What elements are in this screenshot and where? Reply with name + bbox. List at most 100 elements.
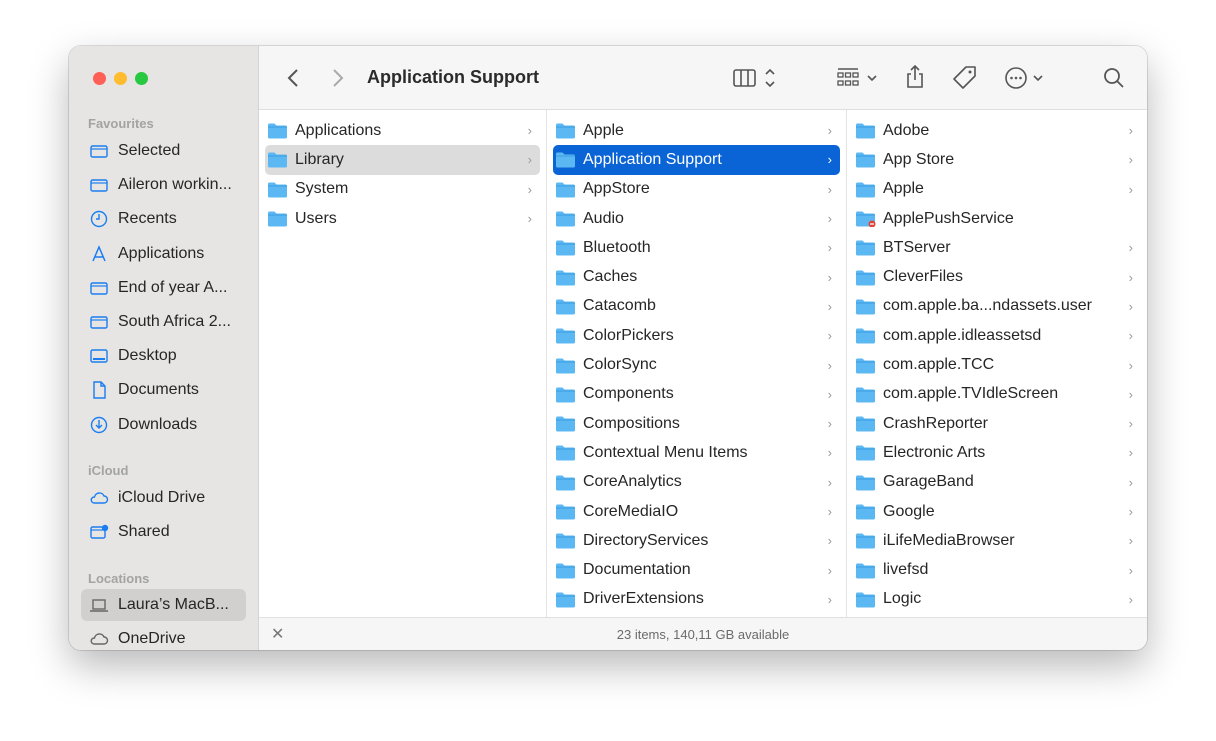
- sidebar-item[interactable]: Selected: [81, 135, 246, 167]
- sidebar-item-label: Recents: [118, 210, 177, 228]
- folder-icon: [268, 211, 287, 227]
- file-row[interactable]: Compositions ›: [553, 409, 840, 438]
- folder-icon: [556, 123, 575, 139]
- chevron-right-icon: ›: [827, 504, 832, 519]
- column-application-support[interactable]: Adobe › App Store › Apple › ApplePushService BT…: [847, 110, 1147, 617]
- file-row[interactable]: ColorSync ›: [553, 350, 840, 379]
- file-name: Compositions: [583, 414, 680, 432]
- folder-icon: [556, 270, 575, 286]
- file-row[interactable]: Apple ›: [553, 116, 840, 145]
- file-row[interactable]: Google ›: [853, 497, 1141, 526]
- file-row[interactable]: DirectoryServices ›: [553, 526, 840, 555]
- file-name: Documentation: [583, 561, 691, 579]
- file-row[interactable]: com.apple.TVIdleScreen ›: [853, 380, 1141, 409]
- file-row[interactable]: DriverExtensions ›: [553, 585, 840, 614]
- sidebar-item[interactable]: Recents: [81, 203, 246, 235]
- file-name: CleverFiles: [883, 268, 964, 286]
- sidebar-item[interactable]: End of year A...: [81, 272, 246, 304]
- file-row[interactable]: com.apple.ba...ndassets.user ›: [853, 292, 1141, 321]
- folder-icon: [90, 145, 108, 158]
- file-row[interactable]: livefsd ›: [853, 555, 1141, 584]
- view-columns-button[interactable]: [732, 66, 782, 90]
- sidebar-item[interactable]: iCloud Drive: [81, 482, 246, 514]
- chevron-right-icon: ›: [527, 181, 532, 197]
- file-row[interactable]: Components ›: [553, 380, 840, 409]
- file-row[interactable]: Applications ›: [265, 116, 540, 145]
- file-name: Google: [883, 502, 935, 520]
- chevron-right-icon: ›: [827, 298, 832, 314]
- sidebar-item[interactable]: OneDrive: [81, 623, 246, 650]
- file-row[interactable]: Logic ›: [853, 585, 1141, 614]
- sidebar-item[interactable]: Applications: [81, 238, 246, 270]
- file-row[interactable]: ColorPickers ›: [553, 321, 840, 350]
- sidebar-item[interactable]: Desktop: [81, 340, 246, 372]
- share-button[interactable]: [903, 64, 927, 90]
- collapse-icon[interactable]: ✕: [271, 618, 284, 650]
- file-row[interactable]: CrashReporter ›: [853, 409, 1141, 438]
- sidebar-section-locations: Locations: [88, 571, 150, 586]
- file-row[interactable]: App Store ›: [853, 145, 1141, 174]
- sidebar-item-label: Downloads: [118, 415, 198, 433]
- folder-icon: [856, 240, 875, 256]
- file-row[interactable]: Bluetooth ›: [553, 233, 840, 262]
- file-name: ColorPickers: [583, 326, 674, 344]
- file-row[interactable]: com.apple.TCC ›: [853, 350, 1141, 379]
- forward-button[interactable]: [332, 68, 344, 88]
- folder-icon: [556, 504, 575, 520]
- file-row[interactable]: Adobe ›: [853, 116, 1141, 145]
- sidebar-item[interactable]: Laura’s MacB...: [81, 589, 246, 621]
- chevron-right-icon: ›: [1128, 533, 1133, 549]
- search-button[interactable]: [1102, 66, 1126, 90]
- chevron-right-icon: ›: [827, 123, 832, 139]
- file-row[interactable]: Audio ›: [553, 204, 840, 233]
- file-row[interactable]: CleverFiles ›: [853, 262, 1141, 291]
- folder-icon: [856, 328, 875, 344]
- column-root[interactable]: Applications › Library › System › Users ›: [259, 110, 547, 617]
- file-row[interactable]: GarageBand ›: [853, 468, 1141, 497]
- close-button[interactable]: [93, 72, 106, 85]
- zoom-button[interactable]: [135, 72, 148, 85]
- shared-folder-icon: [90, 524, 109, 539]
- folder-icon: [856, 123, 875, 139]
- file-name: Audio: [583, 209, 624, 227]
- folder-icon: [856, 211, 876, 228]
- sidebar-item-label: Shared: [118, 523, 170, 541]
- sidebar-item[interactable]: Downloads: [81, 409, 246, 441]
- more-actions-button[interactable]: [1004, 66, 1048, 90]
- file-row[interactable]: Electronic Arts ›: [853, 438, 1141, 467]
- file-row[interactable]: CoreMediaIO ›: [553, 497, 840, 526]
- group-button[interactable]: [836, 66, 882, 90]
- file-row[interactable]: Contextual Menu Items ›: [553, 438, 840, 467]
- file-row[interactable]: Library ›: [265, 145, 540, 175]
- file-row[interactable]: BTServer ›: [853, 233, 1141, 262]
- file-row[interactable]: Users ›: [265, 204, 540, 233]
- file-row[interactable]: Catacomb ›: [553, 292, 840, 321]
- file-row[interactable]: CoreAnalytics ›: [553, 468, 840, 497]
- sidebar-item[interactable]: Documents: [81, 374, 246, 406]
- chevron-right-icon: ›: [827, 269, 832, 285]
- file-row[interactable]: ApplePushService: [853, 204, 1141, 233]
- chevron-right-icon: ›: [827, 591, 832, 607]
- file-name: DirectoryServices: [583, 531, 709, 549]
- back-button[interactable]: [287, 68, 299, 88]
- file-name: com.apple.ba...ndassets.user: [883, 297, 1093, 315]
- file-row[interactable]: AppStore ›: [553, 175, 840, 204]
- file-row[interactable]: iLifeMediaBrowser ›: [853, 526, 1141, 555]
- file-row[interactable]: Application Support ›: [553, 145, 840, 175]
- tag-button[interactable]: [952, 65, 978, 91]
- file-row[interactable]: com.apple.idleassetsd ›: [853, 321, 1141, 350]
- minimize-button[interactable]: [114, 72, 127, 85]
- file-name: CoreAnalytics: [583, 473, 682, 491]
- file-row[interactable]: Apple ›: [853, 175, 1141, 204]
- status-bar: ✕ 23 items, 140,11 GB available: [259, 617, 1147, 650]
- file-row[interactable]: Documentation ›: [553, 555, 840, 584]
- file-row[interactable]: Caches ›: [553, 262, 840, 291]
- folder-icon: [856, 270, 875, 286]
- folder-icon: [556, 358, 575, 374]
- sidebar-item[interactable]: South Africa 2...: [81, 306, 246, 338]
- sidebar-item[interactable]: Aileron workin...: [81, 169, 246, 201]
- column-library[interactable]: Apple › Application Support › AppStore › Audio…: [547, 110, 847, 617]
- file-row[interactable]: System ›: [265, 175, 540, 204]
- folder-icon: [856, 416, 875, 432]
- sidebar-item[interactable]: Shared: [81, 516, 246, 548]
